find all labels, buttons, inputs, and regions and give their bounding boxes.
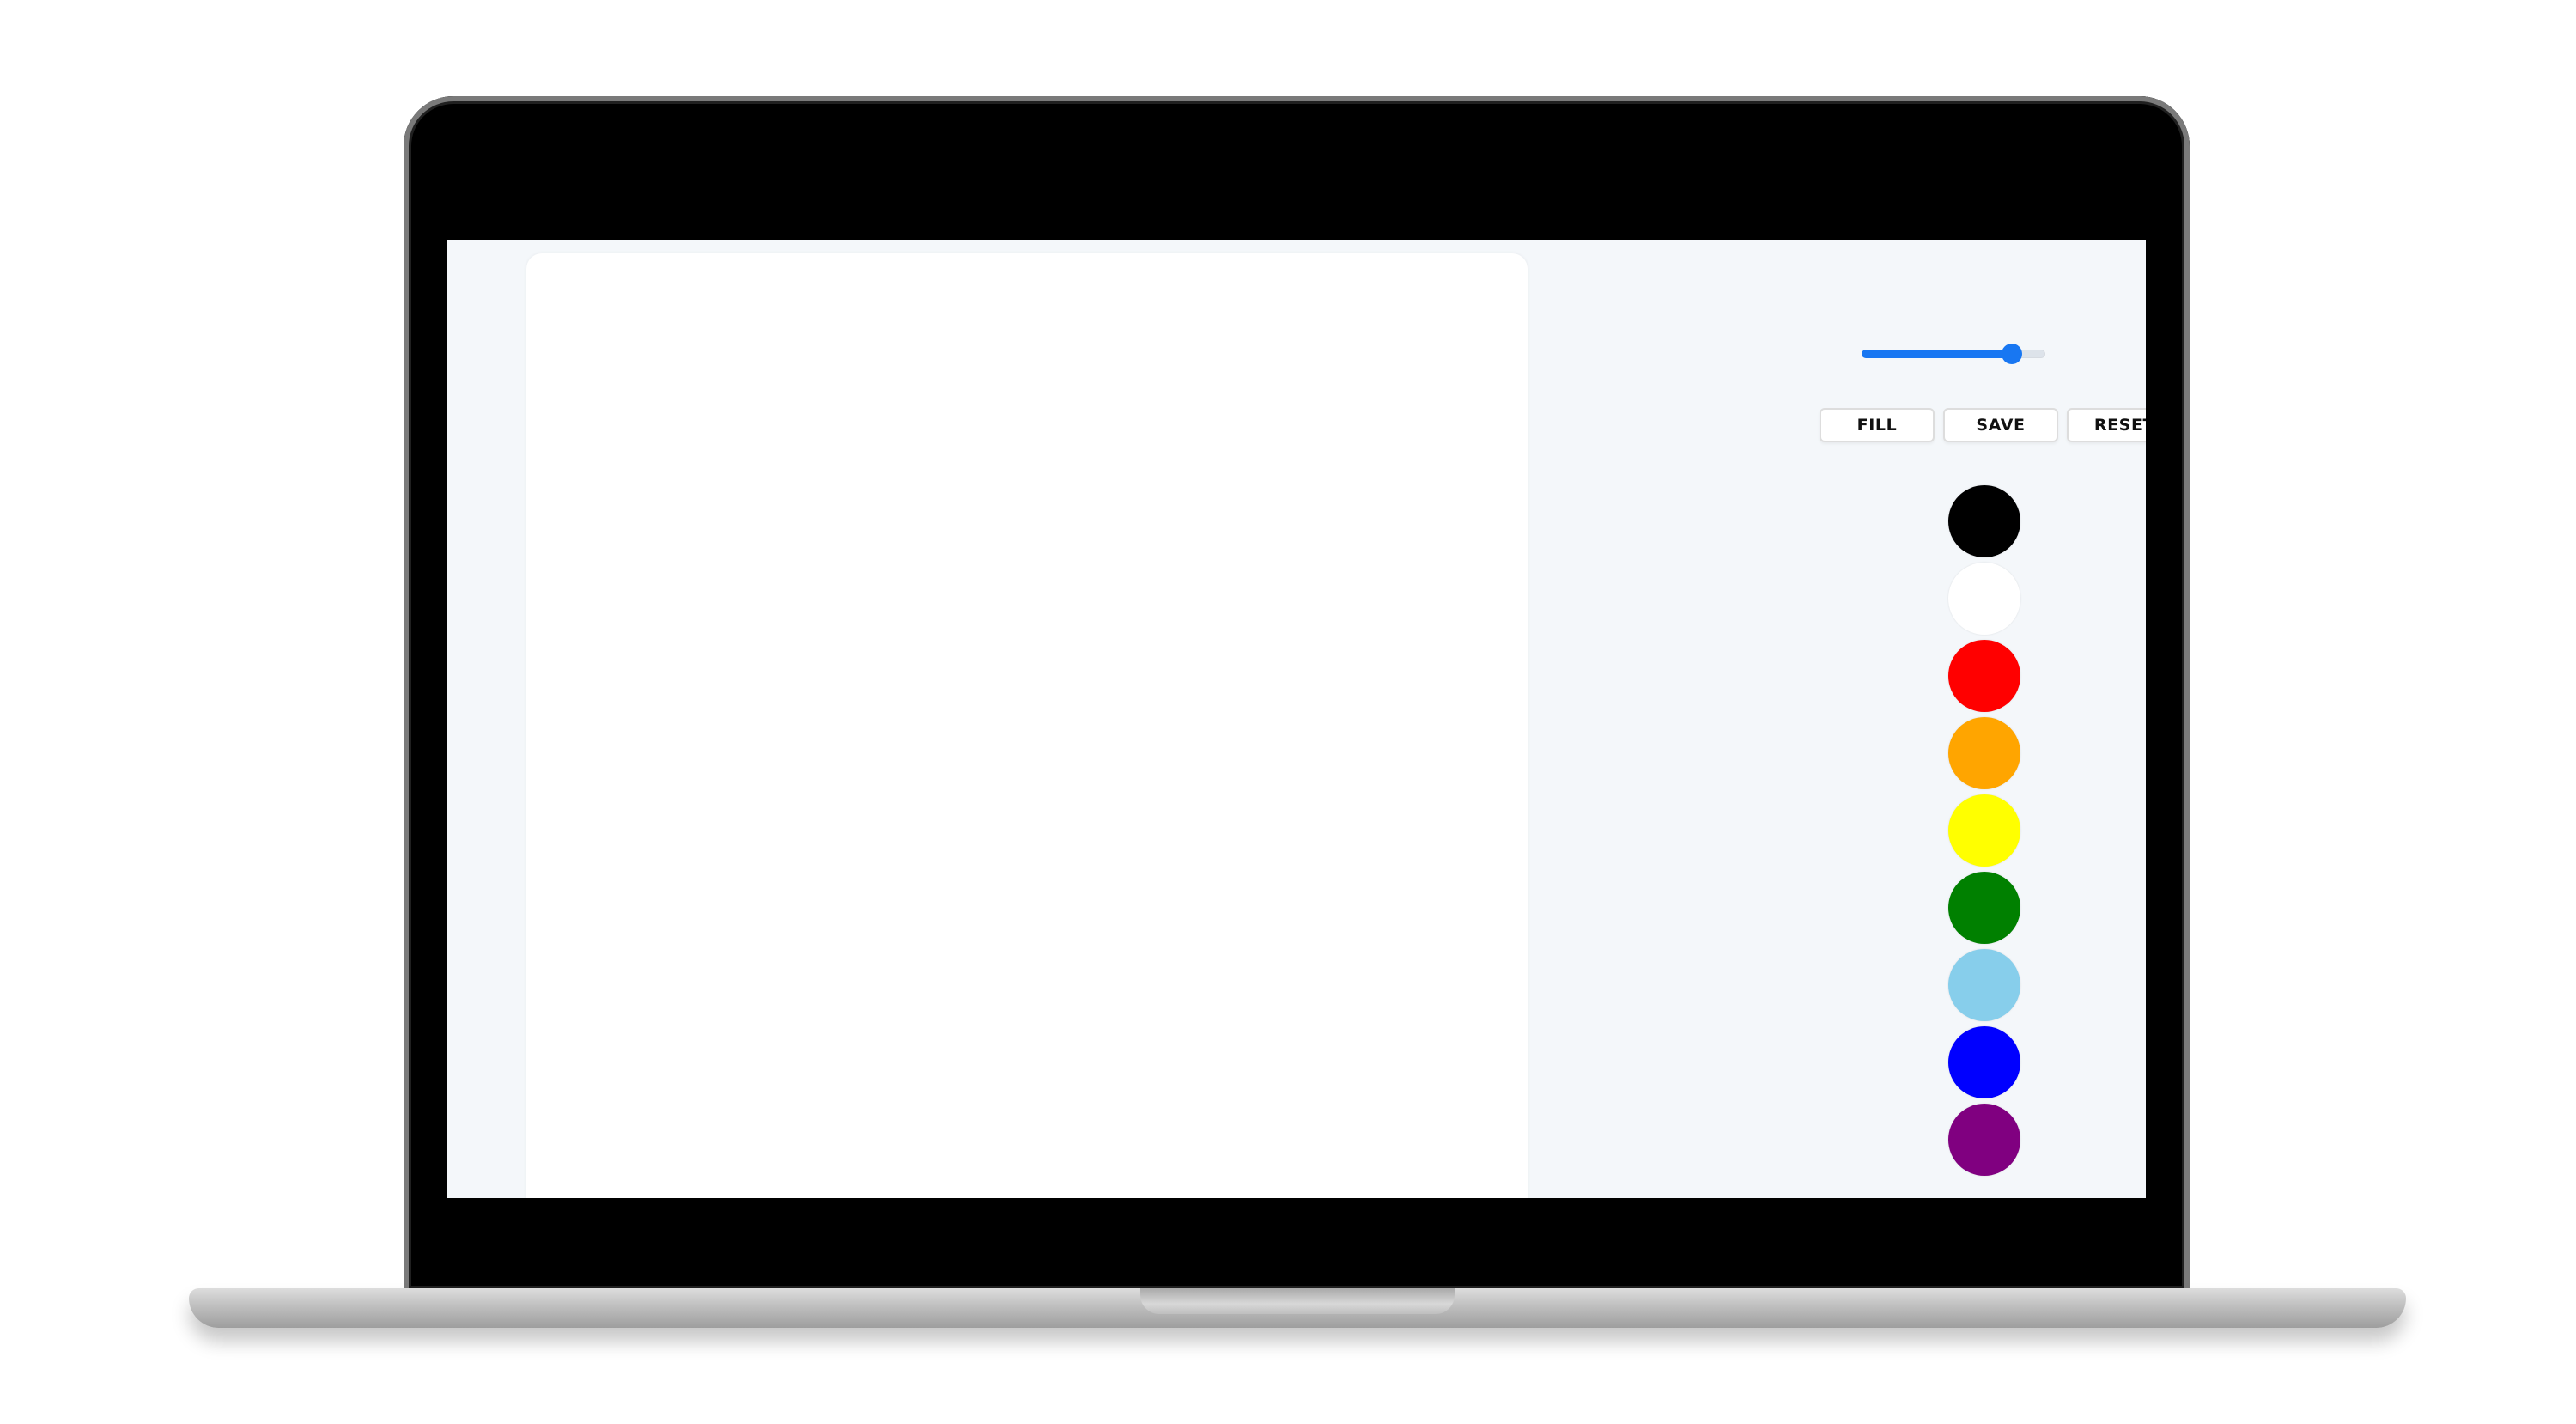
action-buttons: FILL SAVE RESET bbox=[1820, 408, 2146, 447]
white-swatch[interactable] bbox=[1948, 563, 2020, 635]
tools-panel: FILL SAVE RESET bbox=[1589, 240, 2146, 1198]
orange-swatch[interactable] bbox=[1948, 717, 2020, 789]
laptop-notch bbox=[1140, 1288, 1455, 1314]
drawing-canvas[interactable] bbox=[526, 253, 1528, 1198]
purple-swatch[interactable] bbox=[1948, 1104, 2020, 1176]
reset-button[interactable]: RESET bbox=[2067, 408, 2146, 442]
fill-button[interactable]: FILL bbox=[1820, 408, 1935, 442]
save-button[interactable]: SAVE bbox=[1943, 408, 2058, 442]
color-palette bbox=[1948, 485, 2024, 1190]
green-swatch[interactable] bbox=[1948, 872, 2020, 944]
laptop-frame: FILL SAVE RESET bbox=[404, 96, 2190, 1293]
slider-fill bbox=[1862, 350, 2012, 358]
laptop-base bbox=[189, 1288, 2406, 1328]
red-swatch[interactable] bbox=[1948, 640, 2020, 712]
black-swatch[interactable] bbox=[1948, 485, 2020, 557]
light-blue-swatch[interactable] bbox=[1948, 949, 2020, 1021]
brush-size-slider[interactable] bbox=[1862, 336, 2061, 370]
blue-swatch[interactable] bbox=[1948, 1026, 2020, 1098]
app-screen: FILL SAVE RESET bbox=[447, 240, 2146, 1198]
yellow-swatch[interactable] bbox=[1948, 794, 2020, 867]
slider-thumb[interactable] bbox=[2002, 344, 2022, 364]
